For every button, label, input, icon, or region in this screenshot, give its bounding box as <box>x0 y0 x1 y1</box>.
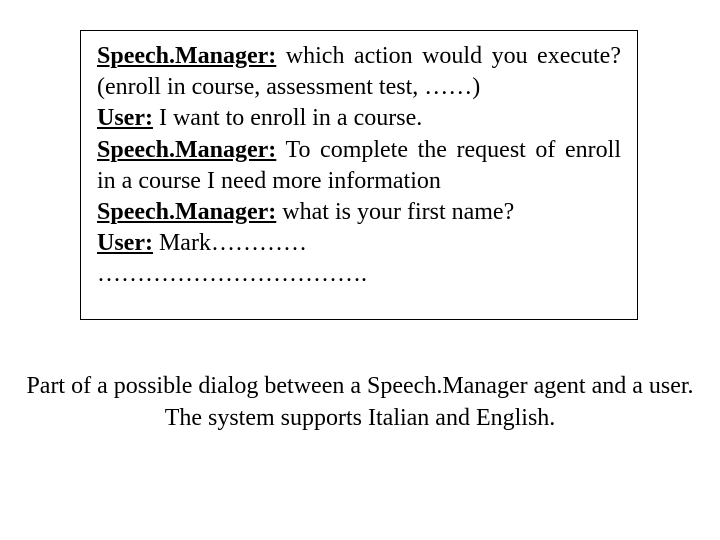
dialog-line: User: Mark………… <box>97 228 621 259</box>
dialog-text: what is your first name? <box>276 199 514 225</box>
speaker-label: User: <box>97 230 153 256</box>
dialog-text: Mark………… <box>153 230 307 256</box>
dialog-line: Speech.Manager: To complete the request … <box>97 135 621 197</box>
dialog-line: Speech.Manager: which action would you e… <box>97 41 621 103</box>
caption-line2: The system supports Italian and English. <box>0 402 720 434</box>
caption-line1: Part of a possible dialog between a Spee… <box>0 370 720 402</box>
speaker-label: Speech.Manager: <box>97 43 276 69</box>
caption: Part of a possible dialog between a Spee… <box>0 370 720 435</box>
speaker-label: User: <box>97 105 153 131</box>
speaker-label: Speech.Manager: <box>97 137 276 163</box>
dialog-trailing: ……………………………. <box>97 259 621 290</box>
dialog-line: Speech.Manager: what is your first name? <box>97 197 621 228</box>
dialog-line: User: I want to enroll in a course. <box>97 103 621 134</box>
speaker-label: Speech.Manager: <box>97 199 276 225</box>
dialog-box: Speech.Manager: which action would you e… <box>80 30 638 320</box>
dialog-text: I want to enroll in a course. <box>153 105 422 131</box>
